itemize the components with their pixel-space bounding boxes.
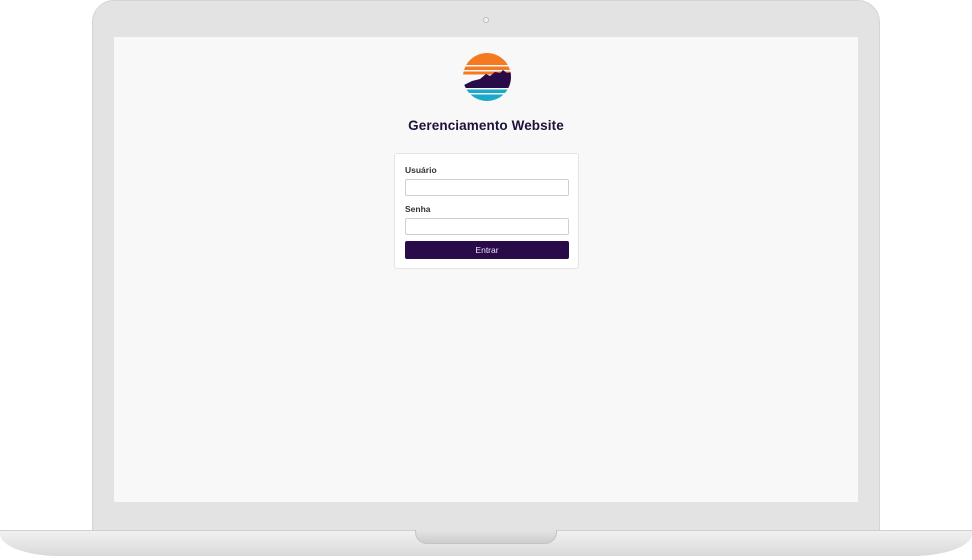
- password-input[interactable]: [405, 218, 569, 235]
- username-input[interactable]: [405, 179, 569, 196]
- laptop-opening-notch: [415, 530, 557, 544]
- password-label: Senha: [405, 204, 431, 214]
- sunset-logo-icon: [462, 52, 512, 102]
- login-card: Usuário Senha Entrar: [394, 153, 579, 269]
- webcam: [483, 17, 489, 23]
- login-button[interactable]: Entrar: [405, 241, 569, 259]
- screen: Gerenciamento Website Usuário Senha Entr…: [114, 37, 858, 502]
- page-title: Gerenciamento Website: [408, 118, 564, 133]
- username-label: Usuário: [405, 165, 437, 175]
- laptop-mockup: Gerenciamento Website Usuário Senha Entr…: [0, 0, 972, 560]
